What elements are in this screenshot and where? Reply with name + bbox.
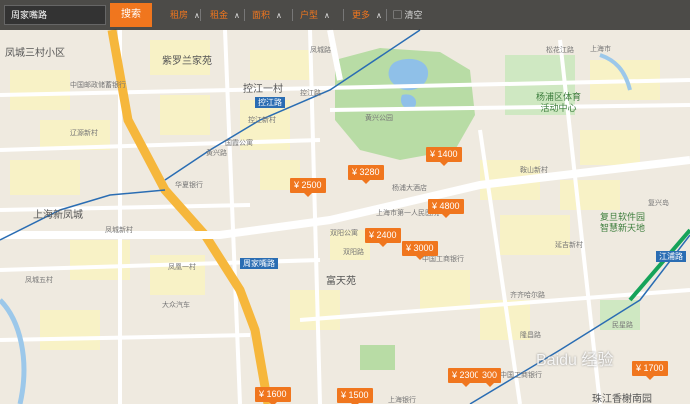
area-label: 控江一村 bbox=[243, 84, 283, 95]
place-label: 齐齐哈尔路 bbox=[510, 292, 545, 299]
filter-more[interactable]: 更多 ∧ bbox=[352, 8, 382, 23]
price-pin[interactable]: ¥ 3280 bbox=[348, 165, 384, 184]
price-pin[interactable]: ¥ 2400 bbox=[365, 228, 401, 247]
place-label: 黄兴公园 bbox=[365, 115, 393, 122]
place-label: 松花江路 bbox=[546, 47, 574, 54]
place-label: 凤城五村 bbox=[25, 277, 53, 284]
place-label: 中国工商银行 bbox=[500, 372, 542, 379]
area-label: 富天苑 bbox=[326, 276, 356, 287]
divider bbox=[292, 9, 293, 21]
place-label: 控江路 bbox=[300, 90, 321, 97]
map-canvas[interactable]: 周家嘴路 搜索 租房 ∧ 租金 ∧ 面积 ∧ 户型 ∧ 更多 ∧ ▢ 清空 凤城三村小区 … bbox=[0, 0, 690, 404]
filter-toolbar: 周家嘴路 搜索 租房 ∧ 租金 ∧ 面积 ∧ 户型 ∧ 更多 ∧ ▢ 清空 bbox=[0, 0, 690, 30]
chevron-up-icon: ∧ bbox=[194, 11, 200, 20]
search-button[interactable]: 搜索 bbox=[110, 3, 152, 27]
chevron-up-icon: ∧ bbox=[276, 11, 282, 20]
place-label: 复兴岛 bbox=[648, 200, 669, 207]
area-label: 复旦软件园 智慧新天地 bbox=[600, 212, 646, 233]
place-label: 凤凰一村 bbox=[168, 264, 196, 271]
price-pin[interactable]: ¥ 1400 bbox=[426, 147, 462, 166]
place-label: 双阳路 bbox=[343, 249, 364, 256]
chevron-up-icon: ∧ bbox=[234, 11, 240, 20]
area-label: 紫罗兰家苑 bbox=[162, 56, 212, 67]
metro-station-label: 江浦路 bbox=[656, 251, 686, 262]
area-label: 凤城三村小区 bbox=[5, 48, 65, 59]
place-label: 凤城路 bbox=[310, 47, 331, 54]
place-label: 杨浦大酒店 bbox=[392, 185, 427, 192]
price-pin[interactable]: ¥ 1500 bbox=[337, 388, 373, 404]
place-label: 辽源新村 bbox=[70, 130, 98, 137]
metro-station-label: 控江路 bbox=[255, 97, 285, 108]
divider bbox=[244, 9, 245, 21]
filter-rent-type[interactable]: 租房 ∧ bbox=[170, 8, 200, 23]
price-pin[interactable]: ¥ 3000 bbox=[402, 241, 438, 260]
area-label: 上海新凤城 bbox=[33, 210, 83, 221]
price-pin[interactable]: ¥ 1700 bbox=[632, 361, 668, 380]
chevron-up-icon: ∧ bbox=[324, 11, 330, 20]
place-label: 双阳公寓 bbox=[330, 230, 358, 237]
price-pin[interactable]: ¥ 1600 bbox=[255, 387, 291, 404]
place-label: 中国邮政储蓄银行 bbox=[70, 82, 126, 89]
divider bbox=[343, 9, 344, 21]
place-label: 民星路 bbox=[612, 322, 633, 329]
filter-layout[interactable]: 户型 ∧ bbox=[300, 8, 330, 23]
place-label: 黄兴路 bbox=[206, 150, 227, 157]
clear-filters-button[interactable]: ▢ 清空 bbox=[393, 8, 423, 22]
chevron-up-icon: ∧ bbox=[376, 11, 382, 20]
divider bbox=[200, 9, 201, 21]
divider bbox=[386, 9, 387, 21]
area-label: 珠江香榭南园 bbox=[592, 394, 652, 404]
metro-station-label: 周家嘴路 bbox=[240, 258, 278, 269]
place-label: 控江新村 bbox=[248, 117, 276, 124]
price-pin[interactable]: 300 bbox=[478, 368, 502, 387]
price-pin[interactable]: ¥ 4800 bbox=[428, 199, 464, 218]
price-pin[interactable]: ¥ 2500 bbox=[290, 178, 326, 197]
trash-icon: ▢ bbox=[393, 10, 403, 20]
place-label: 大众汽车 bbox=[162, 302, 190, 309]
filter-price[interactable]: 租金 ∧ bbox=[210, 8, 240, 23]
place-label: 凤城新村 bbox=[105, 227, 133, 234]
place-label: 上海市 bbox=[590, 46, 611, 53]
place-label: 上海银行 bbox=[388, 397, 416, 404]
place-label: 鞍山新村 bbox=[520, 167, 548, 174]
area-label: 杨浦区体育 活动中心 bbox=[536, 92, 582, 113]
place-label: 隆昌路 bbox=[520, 332, 541, 339]
place-label: 国霞公寓 bbox=[225, 140, 253, 147]
watermark: Baidu 经验 bbox=[536, 352, 614, 369]
map-base-layer bbox=[0, 0, 690, 404]
filter-area[interactable]: 面积 ∧ bbox=[252, 8, 282, 23]
search-input[interactable]: 周家嘴路 bbox=[4, 5, 106, 25]
place-label: 延吉新村 bbox=[555, 242, 583, 249]
place-label: 华夏银行 bbox=[175, 182, 203, 189]
